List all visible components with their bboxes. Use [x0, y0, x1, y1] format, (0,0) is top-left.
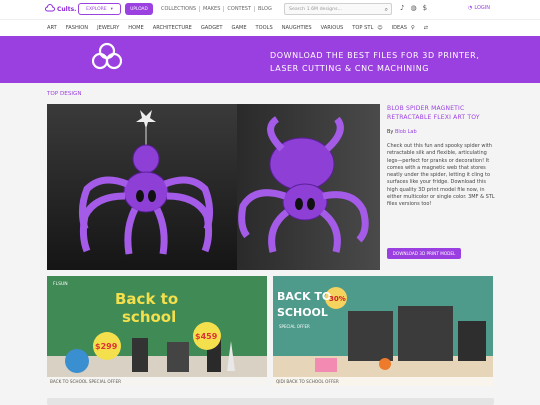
- top-bar: Cults. EXPLORE ▾ UPLOAD COLLECTIONS MAKE…: [0, 0, 540, 19]
- category-bar: ART FASHION JEWELRY HOME ARCHITECTURE GA…: [0, 19, 540, 36]
- banner-line-1: DOWNLOAD THE BEST FILES FOR 3D PRINTER,: [270, 51, 480, 60]
- featured-description: Check out this fun and spooky spider wit…: [387, 143, 495, 208]
- promo-qidi-headline-1: BACK TO: [277, 290, 331, 303]
- promo-headline-2: school: [122, 308, 176, 326]
- user-icon: ◔: [468, 5, 473, 11]
- category-game[interactable]: GAME: [232, 25, 247, 31]
- download-model-button[interactable]: DOWNLOAD 3D PRINT MODEL: [387, 248, 461, 259]
- category-art[interactable]: ART: [47, 25, 57, 31]
- search-placeholder: Search 1.6M designs...: [289, 6, 343, 12]
- spider-illustration: [47, 104, 380, 270]
- bell-icon[interactable]: ♪: [400, 4, 404, 12]
- download-label: DOWNLOAD 3D PRINT MODEL: [392, 251, 456, 256]
- search-icon[interactable]: ⌕: [385, 6, 388, 14]
- promo-card-qidi[interactable]: BACK TO SCHOOL 30% SPECIAL OFFER QIDI BA…: [273, 276, 493, 386]
- promo-flsun-image: FLSUN Back to school $299 $459: [47, 276, 267, 386]
- nav-makes[interactable]: MAKES: [200, 6, 225, 12]
- explore-button[interactable]: EXPLORE ▾: [78, 3, 121, 15]
- upload-button[interactable]: UPLOAD: [125, 3, 153, 15]
- promo-qidi-sub: SPECIAL OFFER: [279, 324, 310, 329]
- promo-brand: FLSUN: [53, 281, 68, 287]
- shuffle-icon[interactable]: ⇄: [424, 25, 428, 31]
- category-tools[interactable]: TOOLS: [256, 25, 273, 31]
- category-gadget[interactable]: GADGET: [201, 25, 223, 31]
- cults-logo-icon: [45, 4, 55, 12]
- top-stl-link[interactable]: TOP STL: [352, 25, 373, 31]
- promo-price-1: $299: [95, 342, 118, 351]
- globe-icon[interactable]: ◍: [410, 4, 416, 12]
- featured-title[interactable]: BLOB SPIDER MAGNETIC RETRACTABLE FLEXI A…: [387, 104, 495, 122]
- category-fashion[interactable]: FASHION: [66, 25, 88, 31]
- next-section-strip: [47, 398, 494, 405]
- nav-blog[interactable]: BLOG: [255, 6, 275, 12]
- login-label: LOGIN: [474, 5, 491, 11]
- search-input[interactable]: Search 1.6M designs... ⌕: [284, 3, 392, 15]
- author-prefix: By: [387, 129, 394, 135]
- promo-qidi-headline-2: SCHOOL: [277, 306, 328, 319]
- chevron-down-icon: ▾: [110, 6, 113, 12]
- banner-line-2: LASER CUTTING & CNC MACHINING: [270, 64, 430, 73]
- bulb-icon: ♀: [410, 25, 415, 31]
- logo-text: Cults.: [57, 5, 77, 13]
- promo-qidi-badge: 30%: [329, 295, 346, 303]
- category-jewelry[interactable]: JEWELRY: [97, 25, 119, 31]
- featured-image[interactable]: [47, 104, 380, 270]
- ideas-link[interactable]: IDEAS: [392, 25, 407, 31]
- cults-cloud-icon: [92, 42, 122, 70]
- category-naughties[interactable]: NAUGHTIES: [282, 25, 312, 31]
- category-architecture[interactable]: ARCHITECTURE: [153, 25, 192, 31]
- nav-contest[interactable]: CONTEST: [224, 6, 255, 12]
- top-nav: COLLECTIONS MAKES CONTEST BLOG: [158, 6, 275, 12]
- explore-label: EXPLORE: [86, 6, 107, 12]
- login-link[interactable]: ◔ LOGIN: [468, 5, 490, 11]
- promo-headline-1: Back to: [115, 290, 178, 308]
- upload-label: UPLOAD: [130, 6, 148, 12]
- nav-collections[interactable]: COLLECTIONS: [158, 6, 201, 12]
- category-various[interactable]: VARIOUS: [321, 25, 344, 31]
- promo-qidi-image: BACK TO SCHOOL 30% SPECIAL OFFER: [273, 276, 493, 386]
- category-list: ART FASHION JEWELRY HOME ARCHITECTURE GA…: [47, 25, 437, 31]
- author-link[interactable]: Blob Lab: [395, 129, 417, 135]
- category-home[interactable]: HOME: [128, 25, 143, 31]
- smile-icon: ☺: [377, 25, 383, 31]
- promo-caption-qidi: QIDI BACK TO SCHOOL OFFER: [273, 377, 493, 386]
- section-title: TOP DESIGN: [47, 91, 82, 97]
- featured-details: BLOB SPIDER MAGNETIC RETRACTABLE FLEXI A…: [387, 104, 495, 270]
- logo[interactable]: Cults.: [45, 4, 76, 14]
- promo-card-flsun[interactable]: FLSUN Back to school $299 $459 BACK TO S…: [47, 276, 267, 386]
- header-icons: ♪ ◍ $: [400, 4, 427, 12]
- banner-text: DOWNLOAD THE BEST FILES FOR 3D PRINTER, …: [270, 49, 479, 75]
- promo-caption-flsun: BACK TO SCHOOL SPECIAL OFFER: [47, 377, 267, 386]
- featured-author-line: By Blob Lab: [387, 129, 495, 135]
- promo-price-2: $459: [195, 332, 218, 341]
- currency-icon[interactable]: $: [423, 4, 427, 12]
- hero-banner: DOWNLOAD THE BEST FILES FOR 3D PRINTER, …: [0, 36, 540, 83]
